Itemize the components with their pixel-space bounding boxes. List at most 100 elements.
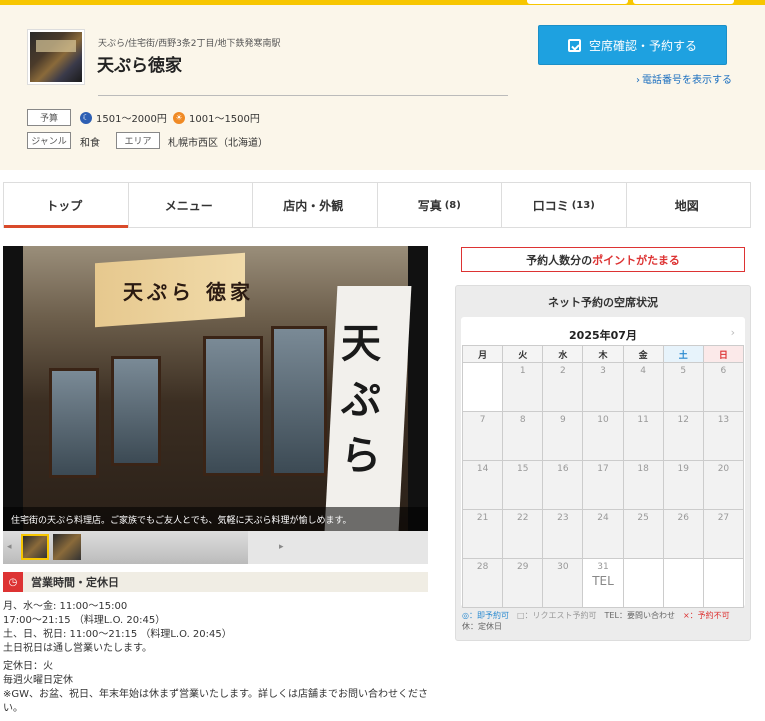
show-phone-link[interactable]: › 電話番号を表示する (636, 71, 732, 86)
calendar-day[interactable]: 6 (702, 362, 745, 412)
legend-tel: TEL：要問い合わせ (604, 611, 675, 620)
calendar-day[interactable]: 17 (582, 460, 624, 510)
hours-section-header: ◷ 営業時間・定休日 (3, 572, 428, 592)
calendar-day[interactable]: 22 (502, 509, 544, 559)
tab-reviews[interactable]: 口コミ (13) (502, 183, 627, 227)
calendar-day[interactable]: 27 (702, 509, 745, 559)
calendar-day[interactable]: 20 (702, 460, 745, 510)
reserve-button-label: 空席確認・予約する (588, 38, 697, 53)
calendar-day-number: 12 (677, 415, 689, 425)
weekday-header: 土 (662, 345, 704, 363)
chevron-right-icon[interactable]: ▸ (279, 542, 284, 552)
tab-interior[interactable]: 店内・外観 (253, 183, 378, 227)
calendar-day[interactable]: 24 (582, 509, 624, 559)
calendar-day-number: 17 (597, 464, 609, 474)
calendar-day[interactable]: 23 (542, 509, 584, 559)
window (111, 356, 161, 466)
hours-line: 土日祝日は通し営業いたします。 (3, 643, 152, 654)
weekday-header: 火 (502, 345, 544, 363)
calendar-day[interactable]: 9 (542, 411, 584, 461)
calendar-day-number: 10 (597, 415, 609, 425)
window (49, 368, 99, 478)
window (271, 326, 327, 476)
calendar-day[interactable]: 15 (502, 460, 544, 510)
points-banner[interactable]: 予約人数分の ポイントがたまる (461, 247, 745, 272)
top-bar-button[interactable] (527, 0, 628, 4)
calendar-day[interactable]: 28 (461, 558, 504, 608)
next-month-icon[interactable]: › (731, 326, 735, 339)
photo-thumb[interactable] (53, 534, 81, 560)
shop-sign-text: 天ぷら 徳家 (123, 280, 254, 304)
calendar-day-number: 27 (717, 513, 730, 523)
calendar-day-number: 9 (559, 415, 566, 425)
divider (98, 95, 508, 96)
tab-photos[interactable]: 写真 (8) (378, 183, 502, 227)
weekday-header: 金 (622, 345, 664, 363)
calendar-day-number: 2 (559, 366, 566, 376)
calendar-empty-cell (702, 558, 745, 608)
calendar-day[interactable]: 31 TEL (582, 558, 624, 608)
hours-line: 土、日、祝日: 11:00～21:15 （料理L.O. 20:45） (3, 629, 232, 640)
legend-closed: 休：定休日 (462, 622, 502, 631)
calendar-day-number: 30 (557, 562, 569, 572)
calendar-day-number: 26 (677, 513, 689, 523)
calendar-day[interactable]: 12 (662, 411, 704, 461)
chevron-left-icon[interactable]: ◂ (7, 542, 12, 552)
calendar-day[interactable]: 4 (622, 362, 664, 412)
budget-tag: 予算 (27, 109, 71, 126)
calendar-day[interactable]: 19 (662, 460, 704, 510)
closed-line: 定休日：火 (3, 661, 53, 672)
weekday-header: 木 (582, 345, 624, 363)
calendar-day[interactable]: 14 (461, 460, 504, 510)
top-bar-button[interactable] (633, 0, 734, 4)
calendar-empty-cell (622, 558, 664, 608)
calendar-day-number: 11 (637, 415, 649, 425)
hours-section-title: 営業時間・定休日 (31, 576, 119, 589)
calendar-day-number: 16 (557, 464, 569, 474)
dinner-budget-value: 1501～2000円 (96, 114, 167, 125)
calendar-day-number: 5 (680, 366, 687, 376)
main-photo[interactable]: 天ぷら 徳家 天ぷら 住宅街の天ぷら料理店。ご家族でもご友人とでも、気軽に天ぷら… (3, 246, 428, 531)
calendar-day-number: 18 (637, 464, 649, 474)
calendar-day-number: 21 (476, 513, 489, 523)
calendar-day[interactable]: 10 (582, 411, 624, 461)
calendar-day-number: 19 (677, 464, 689, 474)
calendar-day[interactable]: 7 (461, 411, 504, 461)
calendar-day[interactable]: 5 (662, 362, 704, 412)
calendar-day[interactable]: 3 (582, 362, 624, 412)
moon-icon: ☾ (80, 111, 92, 124)
calendar-day[interactable]: 1 (502, 362, 544, 412)
calendar-day[interactable]: 26 (662, 509, 704, 559)
calendar-day[interactable]: 16 (542, 460, 584, 510)
breadcrumb: 天ぷら/住宅街/西野3条2丁目/地下鉄発寒南駅 (98, 39, 281, 49)
tab-menu[interactable]: メニュー (129, 183, 253, 227)
calendar-empty-cell (662, 558, 704, 608)
calendar-check-icon (567, 38, 581, 52)
calendar-day[interactable]: 13 (702, 411, 745, 461)
tab-top[interactable]: トップ (4, 183, 129, 228)
calendar-day[interactable]: 8 (502, 411, 544, 461)
points-banner-highlight: ポイントがたまる (592, 253, 680, 267)
shop-name: 天ぷら徳家 (97, 56, 182, 76)
business-hours: 月、水～金: 11:00～15:00 17:00～21:15 （料理L.O. 2… (3, 600, 443, 716)
calendar-day-number: 24 (597, 513, 609, 523)
photo-caption: 住宅街の天ぷら料理店。ご家族でもご友人とでも、気軽に天ぷら料理が愉しめます。 (3, 507, 428, 531)
photo-thumb[interactable] (21, 534, 49, 560)
calendar-day[interactable]: 30 (542, 558, 584, 608)
shop-thumbnail[interactable] (27, 29, 85, 85)
calendar-day-number: 31 (597, 562, 609, 572)
calendar-day[interactable]: 11 (622, 411, 664, 461)
shop-header: 天ぷら/住宅街/西野3条2丁目/地下鉄発寒南駅 天ぷら徳家 空席確認・予約する … (0, 5, 765, 170)
nobori-banner-text: 天ぷら (341, 320, 381, 479)
show-phone-label: 電話番号を表示する (642, 75, 732, 86)
calendar-day[interactable]: 21 (461, 509, 504, 559)
reserve-button[interactable]: 空席確認・予約する (538, 25, 727, 65)
calendar-day[interactable]: 2 (542, 362, 584, 412)
calendar-day[interactable]: 25 (622, 509, 664, 559)
calendar-day[interactable]: 18 (622, 460, 664, 510)
calendar-day[interactable]: 29 (502, 558, 544, 608)
lunch-budget: ☀ 1001～1500円 (173, 110, 260, 125)
points-banner-prefix: 予約人数分の (526, 253, 593, 267)
weekday-header: 水 (542, 345, 584, 363)
tab-map[interactable]: 地図 (627, 183, 751, 227)
